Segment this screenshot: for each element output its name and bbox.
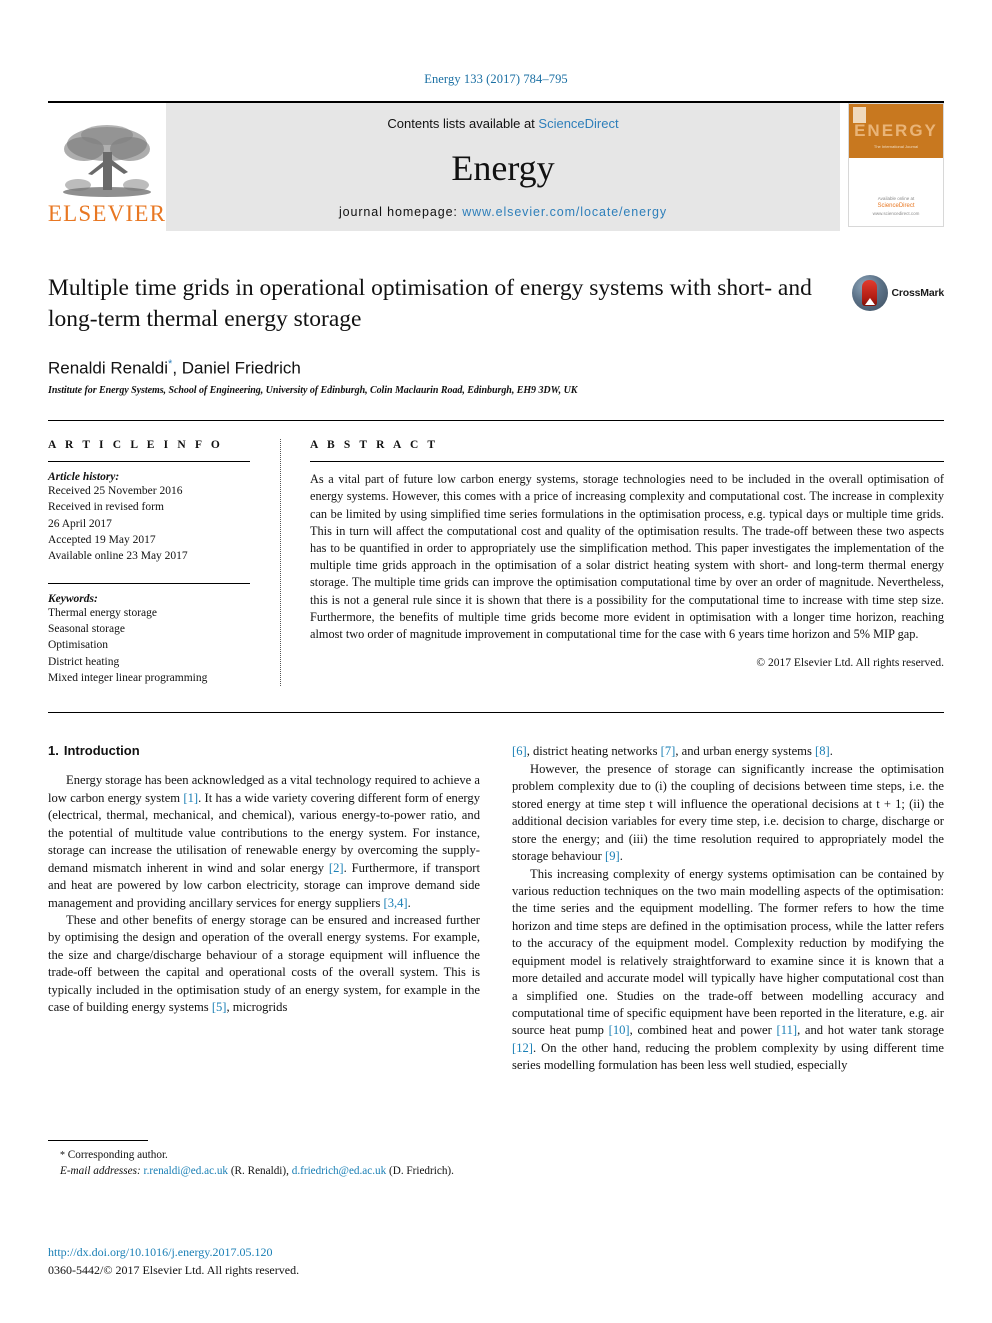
author-primary: Renaldi Renaldi <box>48 358 169 378</box>
email-link-friedrich[interactable]: d.friedrich@ed.ac.uk <box>292 1165 386 1177</box>
body-separator-rule <box>48 712 944 714</box>
keywords-block: Keywords: Thermal energy storage Seasona… <box>48 582 250 687</box>
keyword-item: Thermal energy storage <box>48 606 157 619</box>
affiliation: Institute for Energy Systems, School of … <box>48 385 578 397</box>
running-head: Energy 133 (2017) 784–795 <box>424 72 568 86</box>
section-number: 1. <box>48 743 59 759</box>
citation-link[interactable]: [12] <box>512 1041 533 1055</box>
sciencedirect-link[interactable]: ScienceDirect <box>538 116 618 131</box>
footnote-rule <box>48 1140 148 1141</box>
crossmark-icon <box>851 275 888 311</box>
citation-link[interactable]: [11] <box>777 1023 798 1037</box>
doi-block: http://dx.doi.org/10.1016/j.energy.2017.… <box>48 1243 508 1279</box>
elsevier-logo: ELSEVIER <box>48 103 166 231</box>
citation-link[interactable]: [9] <box>605 849 620 863</box>
citation-link[interactable]: [7] <box>661 744 676 758</box>
page-title: Multiple time grids in operational optim… <box>48 275 812 333</box>
issn-copyright-line: 0360-5442/© 2017 Elsevier Ltd. All right… <box>48 1263 300 1277</box>
copyright-line: © 2017 Elsevier Ltd. All rights reserved… <box>756 657 944 670</box>
citation-link[interactable]: [5] <box>212 1000 227 1014</box>
keywords-label: Keywords: <box>48 592 98 605</box>
footnote-block: * Corresponding author. E-mail addresses… <box>48 1140 480 1180</box>
email-addresses-note: E-mail addresses: r.renaldi@ed.ac.uk (R.… <box>48 1164 480 1180</box>
cover-image: ENERGY The International Journal Availab… <box>848 103 944 227</box>
banner-center: Contents lists available at ScienceDirec… <box>166 103 840 231</box>
abstract-rule <box>310 461 944 463</box>
body-paragraph: However, the presence of storage can sig… <box>512 761 944 864</box>
paper-page: Energy 133 (2017) 784–795 ELSEVIER Conte… <box>0 0 992 1323</box>
footnote-marker: * <box>60 1150 65 1161</box>
journal-title: Energy <box>451 148 555 188</box>
corresponding-author-text: Corresponding author. <box>67 1149 168 1161</box>
body-paragraph: These and other benefits of energy stora… <box>48 912 480 1015</box>
citation-link[interactable]: [10] <box>609 1023 630 1037</box>
cover-footer-brand: ScienceDirect <box>877 203 915 210</box>
cover-header-band: ENERGY The International Journal <box>849 104 943 158</box>
journal-homepage-line: journal homepage: www.elsevier.com/locat… <box>339 205 667 219</box>
cover-journal-title: ENERGY <box>854 121 938 140</box>
citation-link[interactable]: [1] <box>183 791 198 805</box>
body-paragraph: [6], district heating networks [7], and … <box>512 744 833 759</box>
citation-link[interactable]: [6] <box>512 744 527 758</box>
keyword-item: District heating <box>48 655 120 668</box>
contents-available-line: Contents lists available at ScienceDirec… <box>387 116 618 131</box>
article-history-line: Available online 23 May 2017 <box>48 550 188 563</box>
email-label: E-mail addresses: <box>60 1164 141 1177</box>
keyword-item: Seasonal storage <box>48 623 125 636</box>
article-info-rule <box>48 461 250 463</box>
title-block: Multiple time grids in operational optim… <box>48 273 944 396</box>
crossmark-label: CrossMark <box>891 287 945 299</box>
abstract-text: As a vital part of future low carbon ene… <box>310 472 944 641</box>
article-history-line: Received in revised form <box>48 501 164 514</box>
body-paragraph: This increasing complexity of energy sys… <box>512 866 944 1073</box>
email-owner-friedrich: (D. Friedrich). <box>389 1164 454 1177</box>
contents-prefix: Contents lists available at <box>387 116 539 131</box>
keyword-item: Optimisation <box>48 639 109 652</box>
journal-cover-thumbnail: ENERGY The International Journal Availab… <box>840 103 944 231</box>
section-heading-introduction: 1. Introduction <box>48 743 480 758</box>
article-history-line: Accepted 19 May 2017 <box>48 534 156 547</box>
body-column-right: [6], district heating networks [7], and … <box>512 743 944 1074</box>
article-history-line: 26 April 2017 <box>48 517 112 530</box>
doi-link[interactable]: http://dx.doi.org/10.1016/j.energy.2017.… <box>48 1243 508 1261</box>
author-secondary: , Daniel Friedrich <box>172 358 301 378</box>
article-info-heading: A R T I C L E I N F O <box>48 439 223 452</box>
abstract-heading: A B S T R A C T <box>310 439 439 452</box>
author-list: Renaldi Renaldi*, Daniel Friedrich <box>48 358 944 379</box>
homepage-prefix: journal homepage: <box>338 205 463 219</box>
citation-link[interactable]: [3,4] <box>384 896 408 910</box>
crossmark-badge[interactable]: CrossMark <box>851 275 945 311</box>
email-link-renaldi[interactable]: r.renaldi@ed.ac.uk <box>143 1165 228 1177</box>
cover-footer-url: www.sciencedirect.com <box>872 211 920 217</box>
keywords-rule <box>48 582 250 584</box>
cover-footer: Available online at ScienceDirect www.sc… <box>849 196 943 219</box>
article-history-label: Article history: <box>48 471 120 484</box>
info-abstract-section: A R T I C L E I N F O Article history: R… <box>48 420 944 687</box>
email-owner-renaldi: (R. Renaldi), <box>230 1164 289 1177</box>
citation-link[interactable]: [2] <box>329 861 344 875</box>
article-history-line: Received 25 November 2016 <box>48 485 183 498</box>
journal-homepage-link[interactable]: www.elsevier.com/locate/energy <box>462 205 667 219</box>
body-column-left: 1. Introduction Energy storage has been a… <box>48 743 480 1074</box>
article-info-column: A R T I C L E I N F O Article history: R… <box>48 439 280 686</box>
citation-link[interactable]: [8] <box>815 744 830 758</box>
corresponding-author-note: * Corresponding author. <box>48 1148 480 1164</box>
elsevier-wordmark: ELSEVIER <box>47 201 167 226</box>
elsevier-tree-icon <box>63 125 151 197</box>
cover-journal-subtitle: The International Journal <box>873 144 919 149</box>
abstract-column: A B S T R A C T As a vital part of futur… <box>282 439 944 686</box>
body-paragraph: Energy storage has been acknowledged as … <box>48 773 480 910</box>
keyword-item: Mixed integer linear programming <box>48 672 208 685</box>
journal-banner: ELSEVIER Contents lists available at Sci… <box>48 101 944 231</box>
body-columns: 1. Introduction Energy storage has been a… <box>48 743 944 1074</box>
cover-footer-prefix: Available online at <box>877 195 915 201</box>
section-title: Introduction <box>63 743 140 759</box>
